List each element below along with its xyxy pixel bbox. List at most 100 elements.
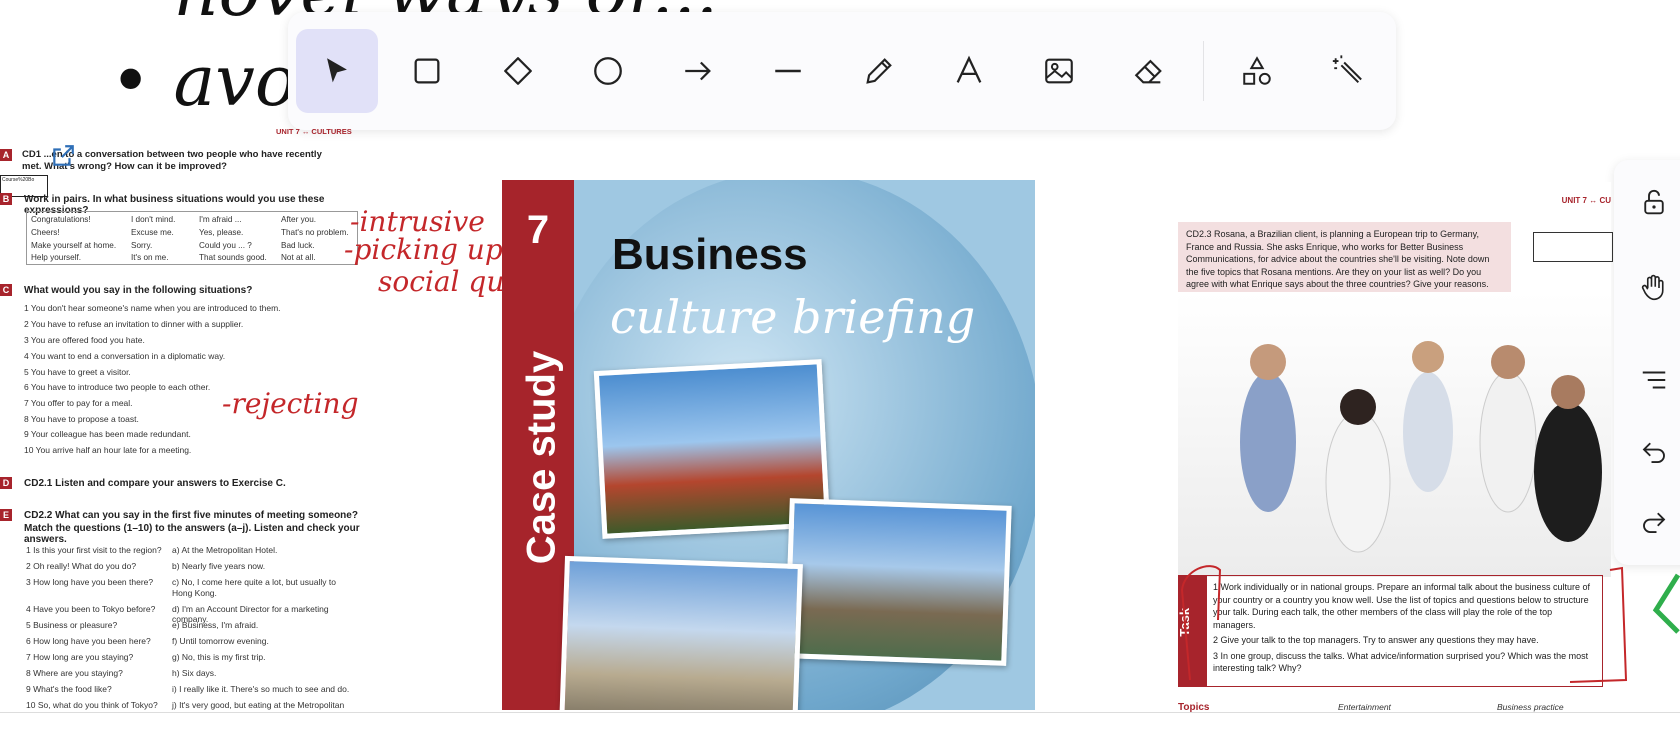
lock-button[interactable] bbox=[1632, 180, 1676, 224]
shapes-tool[interactable] bbox=[1215, 29, 1297, 113]
expression-cell: Congratulations! bbox=[31, 215, 91, 224]
canvas-bottom-edge bbox=[0, 712, 1680, 713]
right-page-header: UNIT 7 ↔ CU bbox=[1561, 196, 1611, 205]
situation-item: 2 You have to refuse an invitation to di… bbox=[24, 319, 244, 329]
green-pen-stroke bbox=[1652, 573, 1680, 634]
expression-cell: That sounds good. bbox=[199, 253, 267, 262]
ellipse-tool[interactable] bbox=[567, 29, 649, 113]
situation-item: 5 You have to greet a visitor. bbox=[24, 367, 131, 377]
answer-item: a) At the Metropolitan Hotel. bbox=[172, 545, 278, 555]
pencil-icon bbox=[865, 58, 892, 84]
link-note[interactable] bbox=[1533, 232, 1613, 262]
expression-cell: I don't mind. bbox=[131, 215, 176, 224]
expression-cell: Cheers! bbox=[31, 228, 60, 237]
answer-item: b) Nearly five years now. bbox=[172, 561, 266, 571]
rectangle-tool[interactable] bbox=[386, 29, 468, 113]
magic-wand-icon bbox=[1332, 55, 1362, 84]
situation-item: 1 You don't hear someone's name when you… bbox=[24, 303, 281, 313]
arrow-right-icon bbox=[685, 61, 712, 81]
select-tool[interactable] bbox=[296, 29, 379, 113]
diamond-tool[interactable] bbox=[477, 29, 559, 113]
menu-button[interactable] bbox=[1632, 358, 1676, 402]
annotation-intrusive: -intrusive bbox=[350, 205, 485, 238]
expression-cell: Yes, please. bbox=[199, 228, 244, 237]
exercise-letter-c: C bbox=[0, 284, 12, 296]
expression-cell: After you. bbox=[281, 215, 317, 224]
exercise-letter-a: A bbox=[0, 149, 12, 161]
line-tool[interactable] bbox=[747, 29, 829, 113]
expression-cell: Bad luck. bbox=[281, 241, 315, 250]
expression-cell: Could you ... ? bbox=[199, 241, 252, 250]
answer-item: i) I really like it. There's so much to … bbox=[172, 684, 350, 694]
question-item: 8 Where are you staying? bbox=[26, 668, 123, 678]
text-a-icon bbox=[956, 55, 982, 83]
situation-item: 10 You arrive half an hour late for a me… bbox=[24, 445, 192, 455]
case-study-page: 7 Case study Business culture briefing bbox=[502, 180, 1035, 710]
pan-button[interactable] bbox=[1632, 266, 1676, 310]
answer-item: f) Until tomorrow evening. bbox=[172, 636, 269, 646]
expression-cell: Make yourself at home. bbox=[31, 241, 117, 250]
answer-item: e) Business, I'm afraid. bbox=[172, 620, 259, 630]
text-tool[interactable] bbox=[928, 29, 1010, 113]
eraser-tool[interactable] bbox=[1108, 29, 1190, 113]
question-item: 4 Have you been to Tokyo before? bbox=[26, 604, 156, 614]
question-item: 6 How long have you been here? bbox=[26, 636, 151, 646]
hand-icon bbox=[1641, 274, 1664, 301]
right-action-bar bbox=[1614, 160, 1680, 565]
answer-item: c) No, I come here quite a lot, but usua… bbox=[172, 577, 336, 587]
answer-item: j) It's very good, but eating at the Met… bbox=[172, 700, 345, 710]
cursor-icon bbox=[327, 58, 348, 83]
image-icon bbox=[1045, 58, 1073, 84]
undo-button[interactable] bbox=[1632, 430, 1676, 474]
image-tool[interactable] bbox=[1018, 29, 1100, 113]
worksheet-header: UNIT 7 ↔ CULTURES bbox=[276, 127, 352, 136]
shapes-icon bbox=[1242, 56, 1271, 85]
situation-item: 6 You have to introduce two people to ea… bbox=[24, 382, 211, 392]
line-icon bbox=[775, 69, 802, 73]
page-title: Business bbox=[612, 230, 808, 279]
pencil-tool[interactable] bbox=[838, 29, 920, 113]
expressions-table: Congratulations! I don't mind. I'm afrai… bbox=[26, 211, 358, 265]
question-item: 10 So, what do you think of Tokyo? bbox=[26, 700, 158, 710]
expression-cell: Help yourself. bbox=[31, 253, 82, 262]
question-item: 7 How long are you staying? bbox=[26, 652, 134, 662]
external-link-icon[interactable] bbox=[50, 143, 76, 169]
redo-icon bbox=[1643, 512, 1666, 533]
arrow-tool[interactable] bbox=[657, 29, 739, 113]
exercise-d-text: CD2.1 Listen and compare your answers to… bbox=[24, 478, 286, 489]
topics-column-entertainment: Entertainment bbox=[1338, 702, 1391, 712]
link-chip-label: Course%20Bo bbox=[2, 177, 35, 183]
situation-item: 7 You offer to pay for a meal. bbox=[24, 398, 133, 408]
toolbar-divider bbox=[1202, 41, 1204, 101]
situation-item: 9 Your colleague has been made redundant… bbox=[24, 429, 191, 439]
question-item: 3 How long have you been there? bbox=[26, 577, 154, 587]
situation-item: 3 You are offered food you hate. bbox=[24, 335, 145, 345]
magic-tool[interactable] bbox=[1306, 29, 1388, 113]
expression-cell: It's on me. bbox=[131, 253, 169, 262]
question-item: 2 Oh really! What do you do? bbox=[26, 561, 137, 571]
question-item: 9 What's the food like? bbox=[26, 684, 112, 694]
red-bracket-annotations bbox=[1180, 565, 1628, 683]
exercise-c-text: What would you say in the following situ… bbox=[24, 285, 253, 296]
page-subtitle: culture briefing bbox=[610, 290, 976, 344]
circle-icon bbox=[593, 57, 622, 85]
listening-exercise-box: CD2.3 Rosana, a Brazilian client, is pla… bbox=[1178, 222, 1511, 294]
situation-item: 4 You want to end a conversation in a di… bbox=[24, 351, 226, 361]
photo-paris bbox=[784, 498, 1012, 666]
situation-item: 8 You have to propose a toast. bbox=[24, 414, 139, 424]
lock-open-icon bbox=[1644, 189, 1664, 215]
expression-cell: That's no problem. bbox=[281, 228, 349, 237]
photo-berlin bbox=[559, 555, 803, 710]
expression-cell: Excuse me. bbox=[131, 228, 174, 237]
exercise-letter-e: E bbox=[0, 509, 12, 521]
meeting-photo bbox=[1178, 292, 1611, 577]
topics-column-business: Business practice bbox=[1497, 702, 1564, 712]
exercise-letter-d: D bbox=[0, 477, 12, 489]
drawing-toolbar bbox=[288, 12, 1396, 130]
exercise-e-text: CD2.2 What can you say in the first five… bbox=[24, 510, 358, 521]
menu-icon bbox=[1642, 371, 1666, 389]
redo-button[interactable] bbox=[1632, 500, 1676, 544]
question-item: 5 Business or pleasure? bbox=[26, 620, 118, 630]
answer-item: g) No, this is my first trip. bbox=[172, 652, 266, 662]
question-item: 1 Is this your first visit to the region… bbox=[26, 545, 162, 555]
